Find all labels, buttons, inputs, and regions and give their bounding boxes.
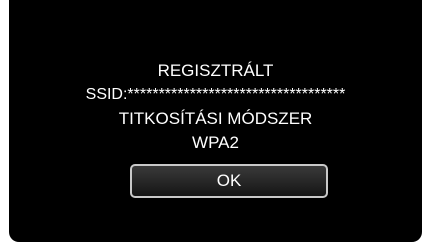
ssid-text: SSID:*********************************** xyxy=(85,86,346,103)
camera-screen: REGISZTRÁLT SSID:***********************… xyxy=(9,0,422,242)
encryption-method-value: WPA2 xyxy=(192,133,239,152)
registered-title: REGISZTRÁLT xyxy=(157,61,274,80)
ok-button[interactable]: OK xyxy=(130,164,328,198)
encryption-method-label: TITKOSÍTÁSI MÓDSZER xyxy=(118,109,313,128)
